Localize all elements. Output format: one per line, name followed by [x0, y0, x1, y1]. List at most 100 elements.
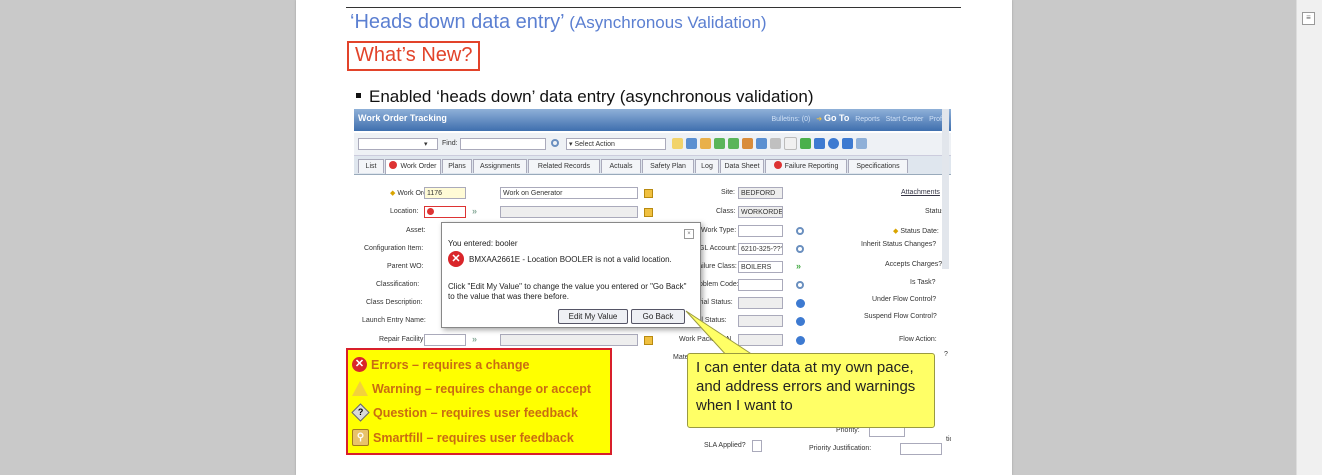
- edit-icon[interactable]: [700, 138, 711, 149]
- tab-actuals[interactable]: Actuals: [601, 159, 641, 173]
- site-input: BEDFORD: [738, 187, 783, 199]
- popup-close-icon[interactable]: ×: [684, 229, 694, 239]
- suspend-flow-control-label: Suspend Flow Control?: [864, 313, 937, 320]
- priority-justification-input[interactable]: [900, 443, 942, 455]
- app-top-links: Bulletins: (0) ➜ Go To Reports Start Cen…: [771, 113, 949, 123]
- tab-safety-plan[interactable]: Safety Plan: [642, 159, 694, 173]
- go-back-button[interactable]: Go Back: [631, 309, 685, 324]
- approve-icon[interactable]: [800, 138, 811, 149]
- status-date-label: ◆ Status Date:: [893, 228, 939, 235]
- goto-link[interactable]: Go To: [824, 113, 849, 123]
- tab-log[interactable]: Log: [695, 159, 719, 173]
- smartfill-icon: ⚲: [352, 429, 369, 446]
- location-menu-icon[interactable]: »: [472, 206, 477, 216]
- location-input[interactable]: [424, 206, 466, 218]
- bulletins-link[interactable]: Bulletins: (0): [771, 116, 810, 123]
- tab-data-sheet[interactable]: Data Sheet: [720, 159, 764, 173]
- accepts-charges-label: Accepts Charges?: [885, 261, 943, 268]
- slide: ‘Heads down data entry’ (Asynchronous Va…: [296, 0, 1012, 475]
- tab-work-order-label: Work Order: [400, 163, 437, 170]
- app-window-title: Work Order Tracking: [358, 113, 447, 123]
- gl-account-search-icon[interactable]: [796, 245, 804, 253]
- tab-work-order[interactable]: Work Order: [385, 159, 441, 174]
- problem-code-search-icon[interactable]: [796, 281, 804, 289]
- priority-label: Priority:: [836, 427, 860, 434]
- work-type-search-icon[interactable]: [796, 227, 804, 235]
- work-package-label: Work Package N: [679, 336, 732, 343]
- next-icon[interactable]: [728, 138, 739, 149]
- tab-related-records[interactable]: Related Records: [528, 159, 600, 173]
- repair-facility-menu-icon[interactable]: »: [472, 334, 477, 344]
- inherit-status-label: Inherit Status Changes?: [861, 241, 937, 248]
- bullet-dot-icon: [356, 93, 361, 99]
- question-icon: ?: [351, 403, 370, 422]
- problem-code-input[interactable]: [738, 279, 783, 291]
- route-icon[interactable]: [742, 138, 753, 149]
- error-icon: ✕: [352, 357, 367, 373]
- tab-failure-reporting[interactable]: Failure Reporting: [765, 159, 847, 173]
- view-icon[interactable]: [756, 138, 767, 149]
- class-label: Class:: [716, 208, 736, 215]
- find-input[interactable]: [460, 138, 546, 150]
- work-order-description-input[interactable]: Work on Generator: [500, 187, 638, 199]
- tab-specifications[interactable]: Specifications: [848, 159, 908, 173]
- validation-legend: ✕ Errors – requires a change Warning – re…: [346, 348, 612, 455]
- popup-message: BMXAA2661E - Location BOOLER is not a va…: [469, 255, 672, 264]
- gl-account-input[interactable]: 6210-325-???: [738, 243, 783, 255]
- blank-icon[interactable]: [784, 137, 797, 150]
- launch-entry-name-label: Launch Entry Name:: [362, 317, 426, 324]
- cancel-icon[interactable]: [842, 138, 853, 149]
- failure-class-input[interactable]: BOILERS: [738, 261, 783, 273]
- asset-label: Asset:: [406, 227, 426, 234]
- site-label: Site:: [721, 189, 736, 196]
- tab-assignments[interactable]: Assignments: [473, 159, 527, 173]
- location-longdesc-icon[interactable]: [644, 208, 653, 217]
- find-search-icon[interactable]: [551, 139, 559, 147]
- repair-facility-description: [500, 334, 638, 346]
- app-title-bar: Work Order Tracking Bulletins: (0) ➜ Go …: [354, 109, 951, 131]
- work-order-input[interactable]: 1176: [424, 187, 466, 199]
- storeroom-info-icon[interactable]: [796, 299, 805, 308]
- start-center-link[interactable]: Start Center: [886, 116, 924, 123]
- check-icon[interactable]: [828, 138, 839, 149]
- attachments-link[interactable]: Attachments: [901, 189, 940, 196]
- print-icon[interactable]: [770, 138, 781, 149]
- slide-title: ‘Heads down data entry’ (Asynchronous Va…: [350, 11, 766, 34]
- material-info-icon[interactable]: [796, 317, 805, 326]
- slide-top-rule: [346, 7, 961, 8]
- tab-error-icon: [773, 161, 782, 170]
- location-description-input: [500, 206, 638, 218]
- previous-icon[interactable]: [714, 138, 725, 149]
- app-toolbar: ▾ Find: ▾ Select Action: [354, 133, 951, 156]
- class-input: WORKORDE: [738, 206, 783, 218]
- reports-link[interactable]: Reports: [855, 116, 880, 123]
- app-scrollbar[interactable]: [942, 109, 949, 269]
- legend-errors: ✕ Errors – requires a change: [352, 357, 529, 373]
- legend-question-text: Question – requires user feedback: [373, 406, 578, 420]
- work-package-info-icon[interactable]: [796, 336, 805, 345]
- class-description-label: Class Description:: [366, 299, 423, 306]
- dropdown-arrow-icon: ▾: [424, 141, 428, 148]
- tab-error-icon: [389, 161, 398, 170]
- repair-facility-input[interactable]: [424, 334, 466, 346]
- long-description-icon[interactable]: [644, 189, 653, 198]
- select-action-dropdown[interactable]: ▾ Select Action: [566, 138, 666, 150]
- app-tabs: List Work Order Plans Assignments Relate…: [354, 156, 951, 175]
- legend-smartfill: ⚲ Smartfill – requires user feedback: [352, 429, 574, 447]
- new-record-icon[interactable]: [672, 138, 683, 149]
- failure-class-menu-icon[interactable]: »: [796, 261, 801, 271]
- sla-applied-label: SLA Applied?: [704, 442, 746, 449]
- work-type-input[interactable]: [738, 225, 783, 237]
- report-icon[interactable]: [814, 138, 825, 149]
- save-icon[interactable]: [686, 138, 697, 149]
- more-icon[interactable]: [856, 138, 867, 149]
- warning-icon: [352, 381, 368, 397]
- tab-plans[interactable]: Plans: [442, 159, 472, 173]
- repair-facility-longdesc-icon[interactable]: [644, 336, 653, 345]
- tion-stub-label: tion: [946, 436, 951, 443]
- tab-list[interactable]: List: [358, 159, 384, 173]
- sla-applied-checkbox[interactable]: [752, 440, 762, 452]
- page-menu-icon[interactable]: ≡: [1302, 12, 1315, 25]
- edit-my-value-button[interactable]: Edit My Value: [558, 309, 628, 324]
- viewer-right-scrollbar[interactable]: ≡: [1296, 0, 1322, 475]
